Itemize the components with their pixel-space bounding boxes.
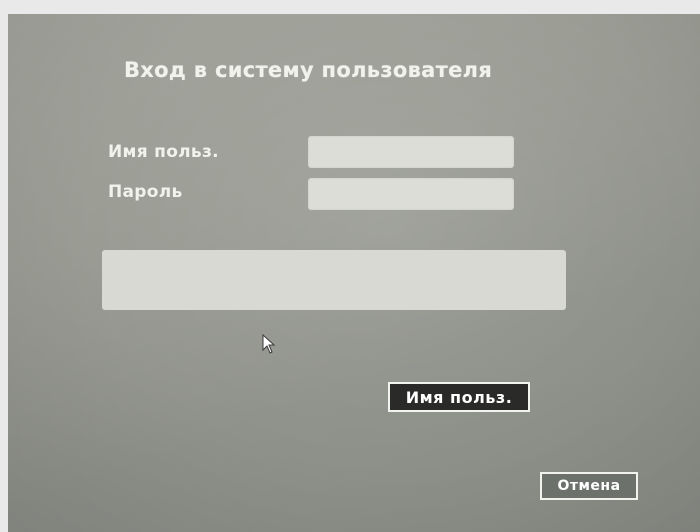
login-screen: Вход в систему пользователя Имя польз. П… <box>8 14 700 532</box>
mouse-pointer-icon <box>262 334 276 354</box>
message-box <box>102 250 566 310</box>
username-field[interactable] <box>308 136 514 168</box>
username-button[interactable]: Имя польз. <box>388 382 530 412</box>
password-label: Пароль <box>108 182 183 202</box>
cancel-button[interactable]: Отмена <box>540 472 638 500</box>
username-label: Имя польз. <box>108 142 219 162</box>
password-field[interactable] <box>308 178 514 210</box>
dialog-title: Вход в систему пользователя <box>124 58 493 82</box>
